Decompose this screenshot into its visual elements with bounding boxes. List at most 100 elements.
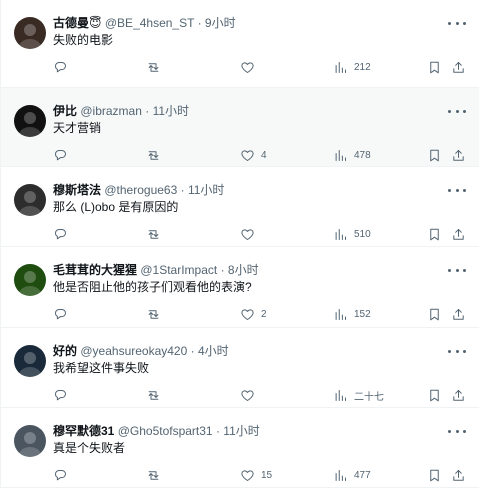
views-button[interactable]: 478 xyxy=(333,146,371,164)
user-handle[interactable]: @therogue63 xyxy=(104,183,177,197)
share-button[interactable] xyxy=(451,466,466,484)
bookmark-button[interactable] xyxy=(427,466,442,484)
retweet-button[interactable] xyxy=(146,386,167,404)
bookmark-icon xyxy=(430,228,439,240)
reply-button[interactable] xyxy=(53,146,74,164)
like-button[interactable] xyxy=(240,386,261,404)
bookmark-button[interactable] xyxy=(427,386,442,404)
like-button[interactable]: 4 xyxy=(240,146,267,164)
share-button[interactable] xyxy=(451,225,466,243)
share-button[interactable] xyxy=(451,305,466,323)
tweet-time[interactable]: 11小时 xyxy=(223,424,259,438)
display-name[interactable]: 好的 xyxy=(53,344,77,358)
tweet-time[interactable]: 11小时 xyxy=(188,183,224,197)
more-dots-icon[interactable] xyxy=(448,424,466,438)
retweet-button[interactable] xyxy=(146,58,167,76)
avatar-image xyxy=(14,184,46,216)
tweet-actions: 15 477 xyxy=(1,466,479,484)
avatar-image xyxy=(14,17,46,49)
avatar[interactable] xyxy=(14,17,46,49)
retweet-icon xyxy=(148,62,159,72)
like-count: 4 xyxy=(261,149,267,161)
tweet-feed: 古德曼😇 @BE_4hsen_ST · 9小时 失败的电影 212 伊比 @ibraz… xyxy=(0,0,479,488)
tweet-actions: 二十七 xyxy=(1,386,479,404)
tweet-header: 毛茸茸的大猩猩 @1StarImpact · 8小时 xyxy=(53,261,440,279)
reply-button[interactable] xyxy=(53,305,74,323)
reply-button[interactable] xyxy=(53,58,74,76)
avatar[interactable] xyxy=(14,105,46,137)
bookmark-icon xyxy=(430,61,439,73)
retweet-icon xyxy=(148,150,159,160)
views-button[interactable]: 510 xyxy=(333,225,371,243)
like-button[interactable] xyxy=(240,58,261,76)
bookmark-icon xyxy=(430,389,439,401)
tweet-text: 天才营销 xyxy=(53,121,102,135)
separator-dot: · xyxy=(220,263,225,277)
bookmark-button[interactable] xyxy=(427,58,442,76)
user-handle[interactable]: @1StarImpact xyxy=(140,263,217,277)
tweet-time[interactable]: 8小时 xyxy=(228,263,259,277)
heart-icon xyxy=(241,61,254,73)
speech-bubble-icon xyxy=(55,469,66,480)
share-button[interactable] xyxy=(451,146,466,164)
more-dots-icon[interactable] xyxy=(448,263,466,277)
view-count: 152 xyxy=(354,308,371,320)
bookmark-icon xyxy=(430,308,439,320)
separator-dot: · xyxy=(145,104,150,118)
more-dots-icon[interactable] xyxy=(448,16,466,30)
like-button[interactable] xyxy=(240,225,261,243)
tweet-header: 穆斯塔法 @therogue63 · 11小时 xyxy=(53,181,440,199)
user-handle[interactable]: @Gho5tofspart31 xyxy=(118,424,213,438)
share-button[interactable] xyxy=(451,58,466,76)
tweet[interactable]: 穆斯塔法 @therogue63 · 11小时 那么 (L)obo 是有原因的 51… xyxy=(1,167,479,247)
speech-bubble-icon xyxy=(55,389,66,400)
display-name[interactable]: 穆斯塔法 xyxy=(53,183,101,197)
tweet-time[interactable]: 4小时 xyxy=(198,344,229,358)
reply-button[interactable] xyxy=(53,386,74,404)
reply-button[interactable] xyxy=(53,225,74,243)
display-name[interactable]: 穆罕默德31 xyxy=(53,424,114,438)
user-handle[interactable]: @ibrazman xyxy=(80,104,142,118)
like-button[interactable]: 15 xyxy=(240,466,272,484)
avatar[interactable] xyxy=(14,425,46,457)
views-button[interactable]: 477 xyxy=(333,466,371,484)
tweet-time[interactable]: 9小时 xyxy=(205,16,236,30)
views-button[interactable]: 152 xyxy=(333,305,371,323)
more-dots-icon[interactable] xyxy=(448,344,466,358)
display-name[interactable]: 古德曼 xyxy=(53,16,89,30)
avatar-image xyxy=(14,264,46,296)
retweet-button[interactable] xyxy=(146,466,167,484)
bookmark-button[interactable] xyxy=(427,225,442,243)
views-button[interactable]: 212 xyxy=(333,58,371,76)
tweet-time[interactable]: 11小时 xyxy=(153,104,189,118)
avatar[interactable] xyxy=(14,345,46,377)
tweet-header: 好的 @yeahsureokay420 · 4小时 xyxy=(53,342,440,360)
user-handle[interactable]: @BE_4hsen_ST xyxy=(105,16,194,30)
share-button[interactable] xyxy=(451,386,466,404)
tweet[interactable]: 伊比 @ibrazman · 11小时天才营销 4 478 xyxy=(1,88,479,167)
bookmark-button[interactable] xyxy=(427,146,442,164)
retweet-button[interactable] xyxy=(146,225,167,243)
heart-icon xyxy=(241,228,254,240)
retweet-button[interactable] xyxy=(146,305,167,323)
avatar[interactable] xyxy=(14,264,46,296)
reply-button[interactable] xyxy=(53,466,74,484)
user-handle[interactable]: @yeahsureokay420 xyxy=(80,344,187,358)
like-button[interactable]: 2 xyxy=(240,305,267,323)
views-button[interactable]: 二十七 xyxy=(333,386,384,404)
display-name[interactable]: 伊比 xyxy=(53,104,77,118)
retweet-icon xyxy=(148,309,159,319)
avatar-image xyxy=(14,345,46,377)
more-dots-icon[interactable] xyxy=(448,104,466,118)
display-name[interactable]: 毛茸茸的大猩猩 xyxy=(53,263,137,277)
share-icon xyxy=(453,469,464,481)
tweet[interactable]: 穆罕默德31 @Gho5tofspart31 · 11小时 真是个失败者 15 477 xyxy=(1,408,479,488)
more-dots-icon[interactable] xyxy=(448,183,466,197)
view-count: 478 xyxy=(354,149,371,161)
tweet[interactable]: 好的 @yeahsureokay420 · 4小时 我希望这件事失败 二十七 xyxy=(1,328,479,408)
avatar[interactable] xyxy=(14,184,46,216)
retweet-button[interactable] xyxy=(146,146,167,164)
tweet[interactable]: 毛茸茸的大猩猩 @1StarImpact · 8小时 他是否阻止他的孩子们观看他的… xyxy=(1,247,479,328)
bookmark-button[interactable] xyxy=(427,305,442,323)
tweet[interactable]: 古德曼😇 @BE_4hsen_ST · 9小时 失败的电影 212 xyxy=(1,0,479,88)
